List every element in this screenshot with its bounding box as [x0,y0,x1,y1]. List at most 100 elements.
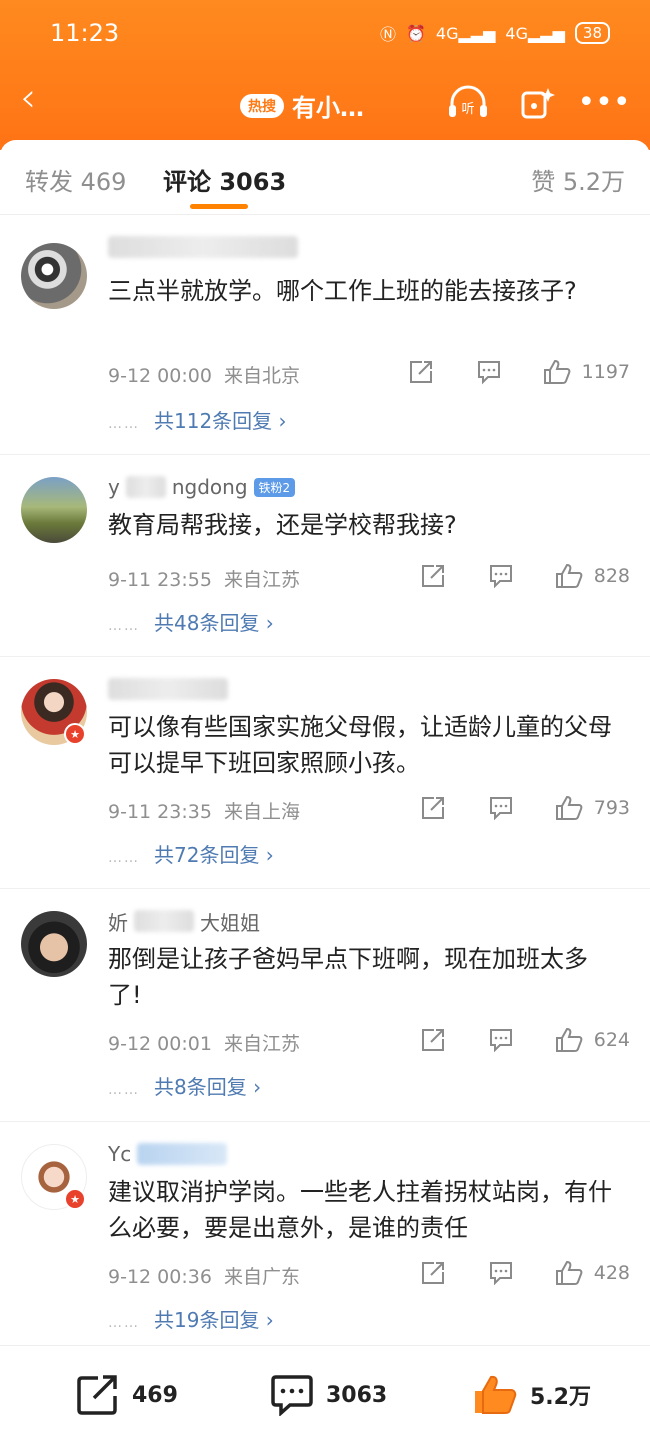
reply-icon[interactable] [486,563,516,589]
comment-meta: 9-12 00:36 来自广东 [108,1262,300,1289]
like-filled-icon [475,1375,517,1414]
username[interactable]: Yc [108,1140,228,1168]
status-icons: Ⓝ ⏰ 4G▂▃▅ 4G▂▃▅ 38 [380,21,610,45]
comment-item: ★ 可以像有些国家实施父母假，让适龄儿童的父母可以提早下班回家照顾小孩。 9-1… [0,657,650,889]
share-icon[interactable] [418,563,448,589]
nav-bar: ‹ 热搜 有小… 听 ••• [0,70,650,130]
comment-date: 9-12 00:00 [108,365,212,387]
replies-link[interactable]: …… 共72条回复 › [108,839,274,868]
like-button[interactable]: 5.2万 [472,1374,591,1416]
comment-item: 三点半就放学。哪个工作上班的能去接孩子? 9-12 00:00 来自北京 119… [0,215,650,455]
username[interactable]: y ngdong 铁粉2 [108,473,296,501]
alarm-icon: ⏰ [405,23,426,43]
comment-text: 教育局帮我接，还是学校帮我接? [108,511,457,539]
signal-icon: 4G▂▃▅ [435,23,496,43]
reply-icon[interactable] [486,1027,516,1053]
comment-text: 可以像有些国家实施父母假，让适龄儿童的父母可以提早下班回家照顾小孩。 [108,713,612,777]
comment-meta: 9-12 00:00 来自北京 [108,361,300,388]
tab-repost[interactable]: 转发 469 [25,162,126,197]
magic-button[interactable] [516,84,560,120]
comment-item: y ngdong 铁粉2 教育局帮我接，还是学校帮我接? 9-11 23:55 来… [0,455,650,657]
like-icon[interactable] [554,1260,584,1286]
topic-title: 有小… [292,94,364,122]
like-count: 624 [593,1029,630,1051]
like-icon[interactable] [542,359,572,385]
comment-count: 3063 [326,1382,388,1408]
comment-text: 那倒是让孩子爸妈早点下班啊，现在加班太多了! [108,945,588,1009]
comment-location: 来自广东 [223,1266,300,1288]
hot-search-topic[interactable]: 热搜 有小… [240,88,364,123]
header: 11:23 Ⓝ ⏰ 4G▂▃▅ 4G▂▃▅ 38 ‹ 热搜 有小… 听 ••• [0,0,650,150]
hot-search-badge: 热搜 [240,93,284,118]
comment-meta: 9-11 23:55 来自江苏 [108,565,300,592]
comment-location: 来自上海 [223,801,300,823]
comment-date: 9-12 00:01 [108,1033,212,1055]
repost-count: 469 [132,1382,178,1408]
bottom-action-bar: 469 3063 5.2万 [0,1345,650,1439]
tab-likes[interactable]: 赞 5.2万 [531,162,625,197]
fan-badge: 铁粉2 [253,477,296,497]
like-icon[interactable] [554,795,584,821]
replies-link[interactable]: …… 共8条回复 › [108,1071,261,1100]
comment-item: 妡大姐姐 那倒是让孩子爸妈早点下班啊，现在加班太多了! 9-12 00:01 来… [0,889,650,1122]
username[interactable] [108,675,228,703]
share-icon[interactable] [418,1260,448,1286]
reply-icon[interactable] [486,1260,516,1286]
back-icon[interactable]: ‹ [20,78,36,118]
comment-actions: 1197 [406,359,630,385]
comment-location: 来自江苏 [223,569,300,591]
comment-text: 建议取消护学岗。一些老人拄着拐杖站岗，有什么必要，要是出意外，是谁的责任 [108,1178,612,1242]
tab-bar: 转发 469 评论 3063 赞 5.2万 [0,140,650,215]
comment-meta: 9-11 23:35 来自上海 [108,797,300,824]
avatar[interactable] [21,911,87,977]
like-icon[interactable] [554,1027,584,1053]
username[interactable]: 妡大姐姐 [108,907,260,935]
replies-link[interactable]: …… 共48条回复 › [108,607,274,636]
like-count: 428 [593,1262,630,1284]
svg-text:听: 听 [461,102,474,117]
reply-icon[interactable] [486,795,516,821]
share-icon[interactable] [418,795,448,821]
comment-date: 9-11 23:35 [108,801,212,823]
share-icon[interactable] [406,359,436,385]
comment-button[interactable]: 3063 [270,1374,387,1416]
repost-icon [77,1375,117,1415]
nfc-icon: Ⓝ [379,25,396,44]
status-bar: 11:23 Ⓝ ⏰ 4G▂▃▅ 4G▂▃▅ 38 [50,18,610,48]
signal-icon-2: 4G▂▃▅ [505,23,565,43]
more-icon[interactable]: ••• [577,84,630,120]
comment-actions: 428 [418,1260,630,1286]
like-icon[interactable] [554,563,584,589]
battery-indicator: 38 [574,22,610,44]
replies-link[interactable]: …… 共19条回复 › [108,1304,274,1333]
username[interactable] [108,233,298,261]
verified-badge-icon: ★ [64,1188,86,1210]
comment-meta: 9-12 00:01 来自江苏 [108,1029,300,1056]
comment-location: 来自江苏 [223,1033,300,1055]
comment-date: 9-12 00:36 [108,1266,212,1288]
comment-list: 三点半就放学。哪个工作上班的能去接孩子? 9-12 00:00 来自北京 119… [0,215,650,1352]
comment-actions: 828 [418,563,630,589]
like-count: 793 [593,797,630,819]
replies-link[interactable]: …… 共112条回复 › [108,405,287,434]
comment-location: 来自北京 [223,365,300,387]
active-tab-indicator [190,204,248,209]
comment-text: 三点半就放学。哪个工作上班的能去接孩子? [108,277,577,305]
repost-button[interactable]: 469 [76,1374,178,1416]
comment-item: ★ Yc 建议取消护学岗。一些老人拄着拐杖站岗，有什么必要，要是出意外，是谁的责… [0,1122,650,1352]
sparkle-icon [521,88,555,119]
avatar[interactable] [21,243,87,309]
comment-icon [271,1375,313,1416]
headphones-icon: 听 [449,85,487,117]
listen-button[interactable]: 听 [446,84,490,120]
reply-icon[interactable] [474,359,504,385]
comment-actions: 793 [418,795,630,821]
tab-comments[interactable]: 评论 3063 [163,162,286,197]
avatar[interactable] [21,477,87,543]
verified-badge-icon: ★ [64,723,86,745]
comment-date: 9-11 23:55 [108,569,212,591]
like-count: 1197 [581,361,630,383]
comment-actions: 624 [418,1027,630,1053]
share-icon[interactable] [418,1027,448,1053]
status-time: 11:23 [50,19,120,47]
